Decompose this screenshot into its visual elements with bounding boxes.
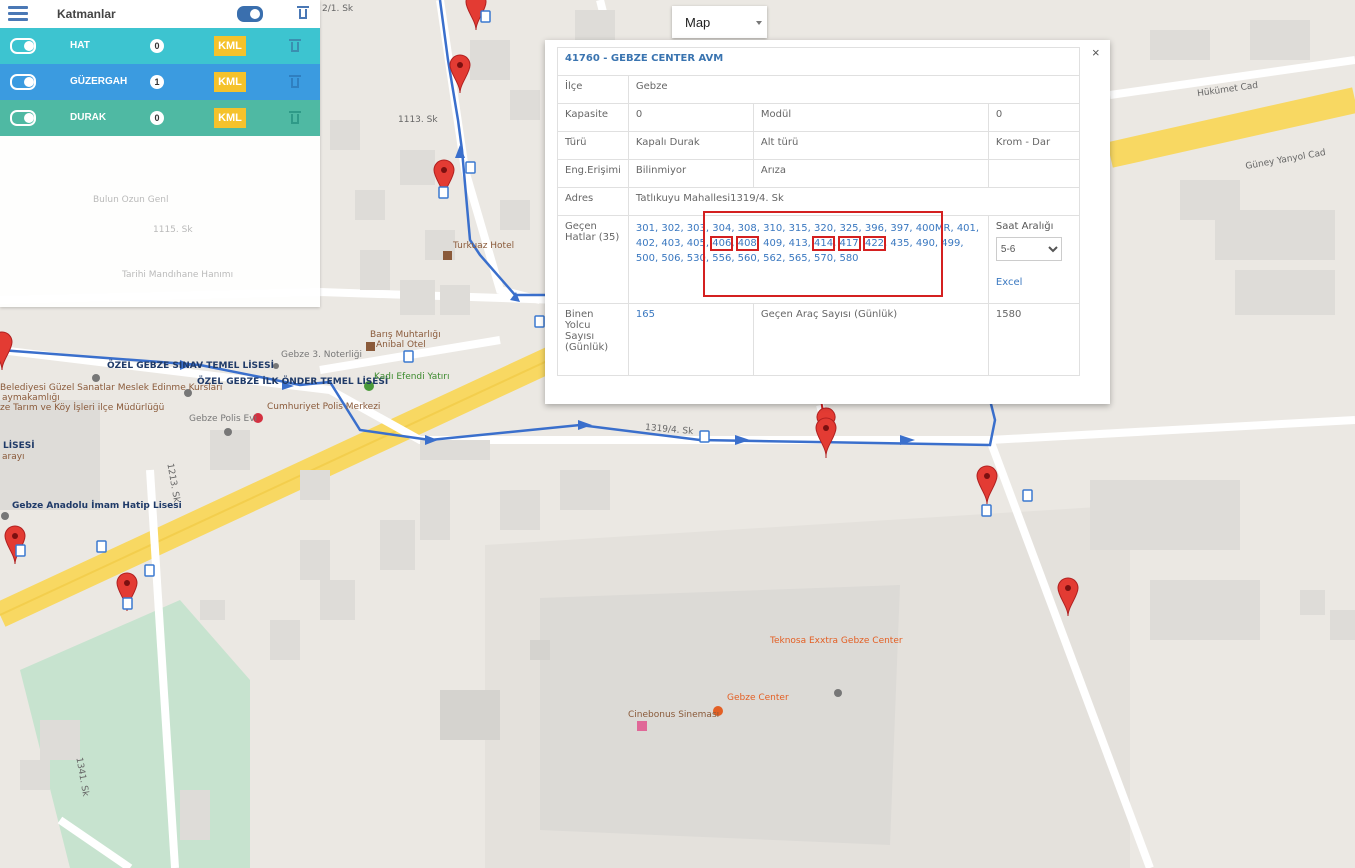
layer-name: HAT bbox=[70, 40, 90, 51]
label-polis-evi: Gebze Polis Evi bbox=[189, 414, 258, 424]
stop-title-cell: 41760 - GEBZE CENTER AVM bbox=[557, 47, 1080, 76]
turu-value: Kapalı Durak bbox=[627, 131, 754, 160]
kml-button-durak[interactable]: KML bbox=[214, 108, 246, 128]
map-type-dropdown[interactable]: Map bbox=[672, 6, 767, 38]
trash-icon[interactable] bbox=[289, 39, 301, 53]
label-cumhuriyet: Cumhuriyet Polis Merkezi bbox=[267, 402, 381, 412]
layer-count-badge: 0 bbox=[150, 39, 164, 53]
label-cinebonus: Cinebonus Sineması bbox=[628, 710, 720, 720]
label-teknosa: Teknosa Exxtra Gebze Center bbox=[770, 636, 903, 646]
gecen-hatlar-label: Geçen Hatlar (35) bbox=[557, 215, 629, 304]
layer-row-hat: HAT 0 KML bbox=[0, 28, 320, 64]
layer-name: DURAK bbox=[70, 112, 107, 123]
label-gebze-center: Gebze Center bbox=[727, 693, 789, 703]
label-turkuaz: Turkuaz Hotel bbox=[453, 241, 515, 251]
alt-turu-label: Alt türü bbox=[752, 131, 989, 160]
modul-label: Modül bbox=[752, 103, 989, 132]
gecen-arac-value: 1580 bbox=[987, 303, 1081, 376]
trash-icon[interactable] bbox=[297, 6, 309, 20]
label-ozel-ilk: ÖZEL GEBZE İLK ÖNDER TEMEL LİSESİ bbox=[197, 377, 389, 387]
gecen-arac-label: Geçen Araç Sayısı (Günlük) bbox=[752, 303, 989, 376]
adres-value: Tatlıkuyu Mahallesi1319/4. Sk bbox=[627, 187, 1081, 216]
label-anadolu: Gebze Anadolu İmam Hatip Lisesi bbox=[12, 501, 182, 511]
label-anibal: Anibal Otel bbox=[376, 340, 426, 350]
layers-title: Katmanlar bbox=[57, 7, 116, 21]
excel-link[interactable]: Excel bbox=[996, 277, 1072, 288]
adres-label: Adres bbox=[557, 187, 629, 216]
turu-label: Türü bbox=[557, 131, 629, 160]
label-sarayi: arayı bbox=[2, 452, 25, 462]
trash-icon[interactable] bbox=[289, 111, 301, 125]
layer-toggle-durak[interactable] bbox=[10, 110, 36, 126]
stop-info-window: × 41760 - GEBZE CENTER AVM İlçe Gebze Ka… bbox=[545, 40, 1110, 404]
close-icon[interactable]: × bbox=[1092, 45, 1100, 60]
ilce-label: İlçe bbox=[557, 75, 629, 104]
layers-master-toggle[interactable] bbox=[237, 6, 263, 22]
layers-panel: Katmanlar HAT 0 KML GÜZERGAH 1 KML DURAK… bbox=[0, 0, 320, 307]
label-baris: Barış Muhtarlığı bbox=[370, 330, 441, 340]
line-414[interactable]: 414 bbox=[812, 236, 836, 251]
label-kadi: Kadı Efendi Yatırı bbox=[374, 372, 450, 382]
separator: , bbox=[858, 238, 865, 249]
line-408[interactable]: 408 bbox=[735, 236, 759, 251]
layers-header: Katmanlar bbox=[0, 0, 320, 28]
label-belediye: Belediyesi Güzel Sanatlar Meslek Edinme … bbox=[0, 383, 223, 393]
layer-name: GÜZERGAH bbox=[70, 76, 128, 87]
map-type-label: Map bbox=[685, 15, 711, 30]
separator: , bbox=[833, 238, 840, 249]
line-422[interactable]: 422 bbox=[862, 236, 887, 251]
label-kaymakam: aymakamlığı bbox=[2, 393, 60, 403]
ariza-value bbox=[987, 159, 1081, 188]
binen-label: Binen Yolcu Sayısı (Günlük) bbox=[557, 303, 629, 376]
eng-value: Bilinmiyor bbox=[627, 159, 754, 188]
ilce-value: Gebze bbox=[627, 75, 1081, 104]
menu-icon[interactable] bbox=[8, 6, 28, 22]
layer-count-badge: 1 bbox=[150, 75, 164, 89]
label-tarim: ze Tarım ve Köy İşleri ilçe Müdürlüğü bbox=[0, 403, 165, 413]
label-lisesi: LİSESİ bbox=[3, 441, 35, 451]
saat-label: Saat Aralığı bbox=[995, 221, 1054, 232]
kml-button-hat[interactable]: KML bbox=[214, 36, 246, 56]
kapasite-label: Kapasite bbox=[557, 103, 629, 132]
line-406[interactable]: 406 bbox=[710, 236, 734, 251]
separator: , bbox=[731, 238, 738, 249]
label-street-1113: 1113. Sk bbox=[398, 115, 438, 125]
chevron-down-icon bbox=[756, 21, 762, 25]
saat-cell: Saat Aralığı 5-6 Excel bbox=[987, 215, 1081, 304]
ariza-label: Arıza bbox=[752, 159, 989, 188]
kml-button-guzergah[interactable]: KML bbox=[214, 72, 246, 92]
eng-label: Eng.Erişimi bbox=[557, 159, 629, 188]
layer-row-guzergah: GÜZERGAH 1 KML bbox=[0, 64, 320, 100]
label-bulun: Bulun Ozun Genl bbox=[93, 195, 169, 205]
layer-count-badge: 0 bbox=[150, 111, 164, 125]
label-tarihi: Tarihi Mandıhane Hanımı bbox=[122, 270, 234, 280]
label-street-1115: 1115. Sk bbox=[153, 225, 193, 235]
lines-mid[interactable]: , 409, 413, bbox=[757, 238, 814, 249]
stop-info-table: 41760 - GEBZE CENTER AVM İlçe Gebze Kapa… bbox=[557, 47, 1081, 376]
layer-row-durak: DURAK 0 KML bbox=[0, 100, 320, 136]
label-noterlik: Gebze 3. Noterliği bbox=[281, 350, 363, 360]
kapasite-value: 0 bbox=[627, 103, 754, 132]
saat-select[interactable]: 5-6 bbox=[995, 237, 1062, 261]
layer-toggle-guzergah[interactable] bbox=[10, 74, 36, 90]
layer-toggle-hat[interactable] bbox=[10, 38, 36, 54]
gecen-hatlar-list: 301, 302, 303, 304, 308, 310, 315, 320, … bbox=[627, 215, 989, 304]
stop-title: 41760 - GEBZE CENTER AVM bbox=[565, 53, 724, 64]
trash-icon[interactable] bbox=[289, 75, 301, 89]
alt-turu-value: Krom - Dar bbox=[987, 131, 1081, 160]
label-ozel-sinav: ÖZEL GEBZE SINAV TEMEL LİSESİ bbox=[107, 361, 275, 371]
label-street-2-1: 2/1. Sk bbox=[322, 4, 354, 14]
line-417[interactable]: 417 bbox=[837, 236, 861, 251]
binen-value[interactable]: 165 bbox=[627, 303, 754, 376]
modul-value: 0 bbox=[987, 103, 1081, 132]
